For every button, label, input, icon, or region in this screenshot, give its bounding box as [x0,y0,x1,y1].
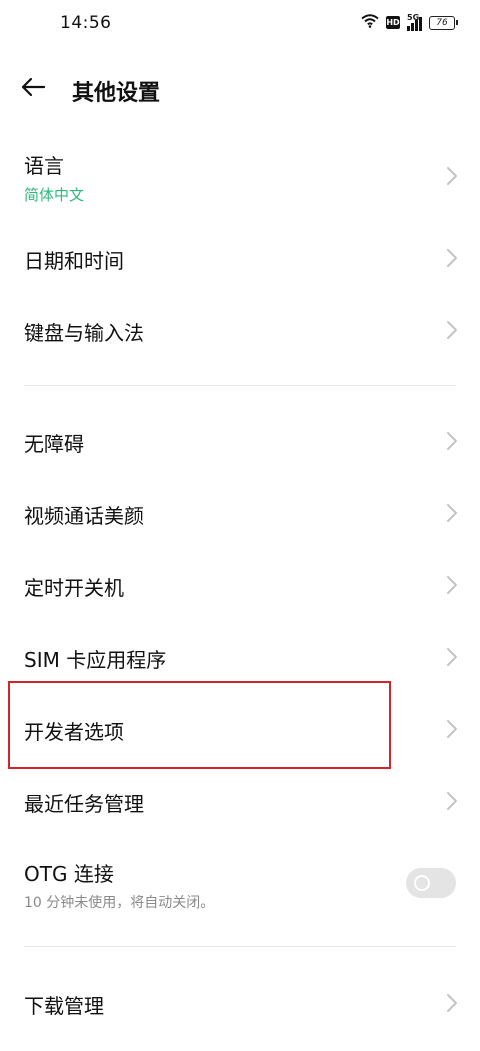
chevron-right-icon [447,432,457,450]
wifi-icon [361,13,379,32]
section-divider [24,946,456,947]
setting-sim-apps[interactable]: SIM 卡应用程序 [0,622,480,694]
setting-accessibility[interactable]: 无障碍 [0,406,480,478]
battery-icon: 76 [429,15,458,30]
setting-developer-options-label: 开发者选项 [24,720,124,744]
setting-scheduled-power-label: 定时开关机 [24,576,124,600]
chevron-right-icon [447,249,457,267]
setting-otg: OTG 连接 10 分钟未使用，将自动关闭。 [0,838,480,930]
chevron-right-icon [447,321,457,339]
setting-video-beauty-label: 视频通话美颜 [24,504,144,528]
setting-datetime-label: 日期和时间 [24,249,124,273]
signal-5g-icon: 5G [407,12,422,31]
setting-otg-label: OTG 连接 [24,862,114,886]
chevron-right-icon [447,504,457,522]
toggle-knob [414,875,430,891]
section-divider [24,385,456,386]
status-icons: HD 5G 76 [361,13,458,32]
battery-level: 76 [429,15,455,30]
back-button[interactable] [18,74,48,104]
setting-downloads-label: 下载管理 [24,994,104,1018]
setting-downloads[interactable]: 下载管理 [0,968,480,1040]
chevron-right-icon [447,648,457,666]
setting-recent-tasks[interactable]: 最近任务管理 [0,766,480,838]
chevron-right-icon [447,576,457,594]
setting-video-beauty[interactable]: 视频通话美颜 [0,478,480,550]
chevron-right-icon [447,994,457,1012]
chevron-right-icon [447,167,457,185]
signal-bar [411,22,414,31]
page-title: 其他设置 [72,81,161,106]
setting-language-label: 语言 [24,154,64,178]
setting-sim-apps-label: SIM 卡应用程序 [24,648,167,672]
setting-recent-tasks-label: 最近任务管理 [24,792,144,816]
setting-language[interactable]: 语言 简体中文 [0,138,480,224]
status-time: 14:56 [60,13,112,33]
setting-language-value: 简体中文 [24,186,85,204]
chevron-right-icon [447,720,457,738]
signal-bar [419,16,422,31]
otg-toggle[interactable] [406,868,456,898]
arrow-left-icon [20,77,46,101]
setting-keyboard[interactable]: 键盘与输入法 [0,294,480,368]
setting-developer-options[interactable]: 开发者选项 [0,694,480,766]
page-header: 其他设置 [0,64,480,114]
hd-icon: HD [386,16,400,29]
setting-scheduled-power[interactable]: 定时开关机 [0,550,480,622]
signal-bar [407,25,410,31]
chevron-right-icon [447,792,457,810]
status-bar: 14:56 HD 5G 76 [0,0,480,46]
setting-otg-description: 10 分钟未使用，将自动关闭。 [24,895,215,911]
network-type-label: 5G [407,12,420,22]
battery-cap [456,20,458,25]
setting-accessibility-label: 无障碍 [24,432,84,456]
setting-datetime[interactable]: 日期和时间 [0,224,480,294]
setting-keyboard-label: 键盘与输入法 [24,321,144,345]
